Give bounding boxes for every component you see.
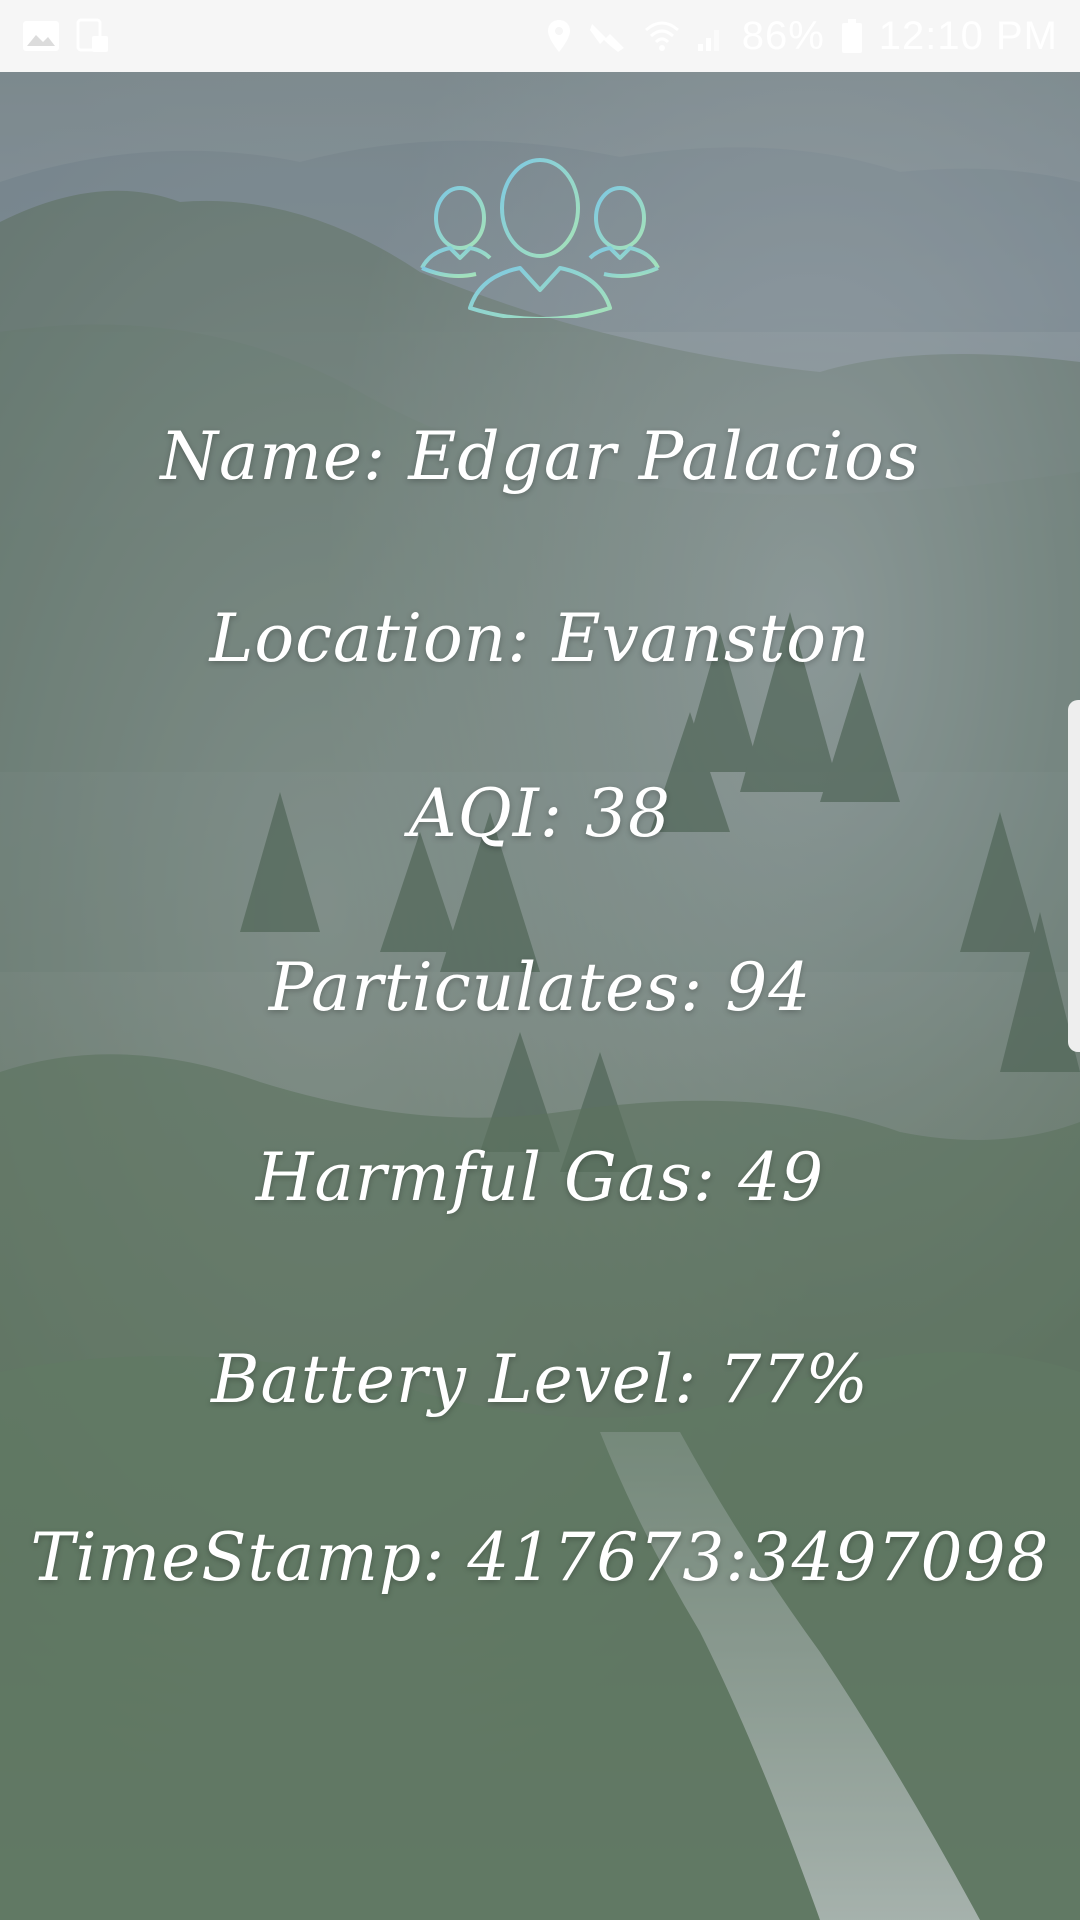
location-label: Location: Evanston: [209, 600, 871, 677]
aqi-label: AQI: 38: [408, 775, 672, 852]
status-bar-right: 86% 12:10 PM: [546, 14, 1058, 59]
timestamp-label: TimeStamp: 417673:3497098: [30, 1519, 1050, 1596]
edge-panel-handle[interactable]: [1068, 700, 1080, 1052]
screenshot-icon: [76, 18, 110, 54]
main-content: Name: Edgar Palacios Location: Evanston …: [0, 72, 1080, 1920]
battery-level-label: Battery Level: 77%: [210, 1341, 870, 1418]
clock: 12:10 PM: [878, 13, 1058, 58]
user-group-icon: [420, 158, 660, 321]
name-label: Name: Edgar Palacios: [160, 418, 920, 495]
particulates-label: Particulates: 94: [268, 949, 812, 1026]
gallery-icon: [22, 20, 60, 52]
wifi-icon: [644, 20, 680, 52]
harmful-gas-label: Harmful Gas: 49: [255, 1139, 825, 1216]
location-icon: [546, 19, 572, 53]
status-bar-left: [22, 18, 110, 54]
battery-percent-text: 86%: [741, 13, 825, 58]
battery-icon: [841, 18, 863, 54]
status-bar: 86% 12:10 PM: [0, 0, 1080, 72]
signal-icon: [696, 20, 726, 52]
mute-icon: [588, 18, 628, 54]
